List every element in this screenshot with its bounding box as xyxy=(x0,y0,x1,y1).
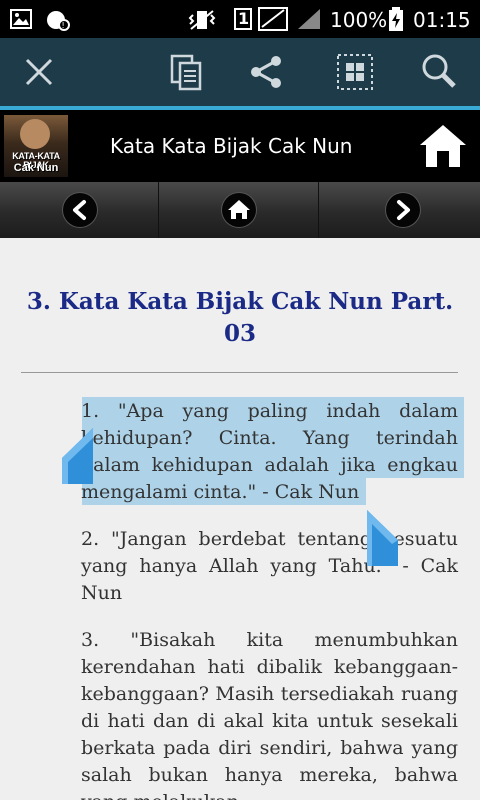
share-icon[interactable] xyxy=(247,52,287,92)
close-icon[interactable] xyxy=(19,52,59,92)
thumbnail-text-line2: Cak Nun xyxy=(13,162,59,174)
text-selection-action-bar xyxy=(0,38,480,106)
battery-percentage: 100% xyxy=(330,8,388,32)
home-icon xyxy=(228,200,250,219)
vibrate-mode-icon xyxy=(188,10,216,30)
selection-start-handle[interactable] xyxy=(60,428,94,486)
sim-icon: 1 xyxy=(234,8,252,30)
gallery-notification-icon xyxy=(10,9,32,29)
no-signal-icon xyxy=(258,7,288,31)
title-divider xyxy=(21,372,458,373)
chevron-left-icon xyxy=(73,200,86,220)
nav-home-button[interactable] xyxy=(160,182,319,238)
app-title: Kata Kata Bijak Cak Nun xyxy=(110,134,353,158)
svg-text:!: ! xyxy=(62,21,65,30)
chevron-right-icon xyxy=(397,200,410,220)
article-title: 3. Kata Kata Bijak Cak Nun Part. 03 xyxy=(26,288,454,347)
quote-2: 2. "Jangan berdebat tentang sesuatu yang… xyxy=(81,528,458,604)
article-content[interactable]: 3. Kata Kata Bijak Cak Nun Part. 03 1. "… xyxy=(0,238,480,800)
app-thumbnail: KATA-KATA BIJAK Cak Nun xyxy=(4,115,68,177)
quote-1: 1. "Apa yang paling indah dalam kehidupa… xyxy=(81,400,458,503)
home-icon[interactable] xyxy=(418,123,468,169)
nav-next-button[interactable] xyxy=(320,182,479,238)
portrait-face xyxy=(20,119,50,149)
nav-prev-button[interactable] xyxy=(0,182,159,238)
sim-label: 1 xyxy=(238,9,250,28)
navigation-bar xyxy=(0,182,480,238)
notification-alert-icon: ! xyxy=(47,11,70,31)
signal-strength-icon xyxy=(298,9,320,29)
copy-icon[interactable] xyxy=(167,52,207,92)
app-header: KATA-KATA BIJAK Cak Nun Kata Kata Bijak … xyxy=(0,110,480,182)
quote-3: 3. "Bisakah kita menumbuhkan kerendahan … xyxy=(81,629,458,800)
status-bar: ! 1 100% 01:15 xyxy=(0,0,480,38)
status-clock: 01:15 xyxy=(413,8,471,32)
search-icon[interactable] xyxy=(419,52,459,92)
battery-charging-icon xyxy=(389,7,403,31)
select-all-icon[interactable] xyxy=(335,52,375,92)
selection-end-handle[interactable] xyxy=(366,510,400,568)
